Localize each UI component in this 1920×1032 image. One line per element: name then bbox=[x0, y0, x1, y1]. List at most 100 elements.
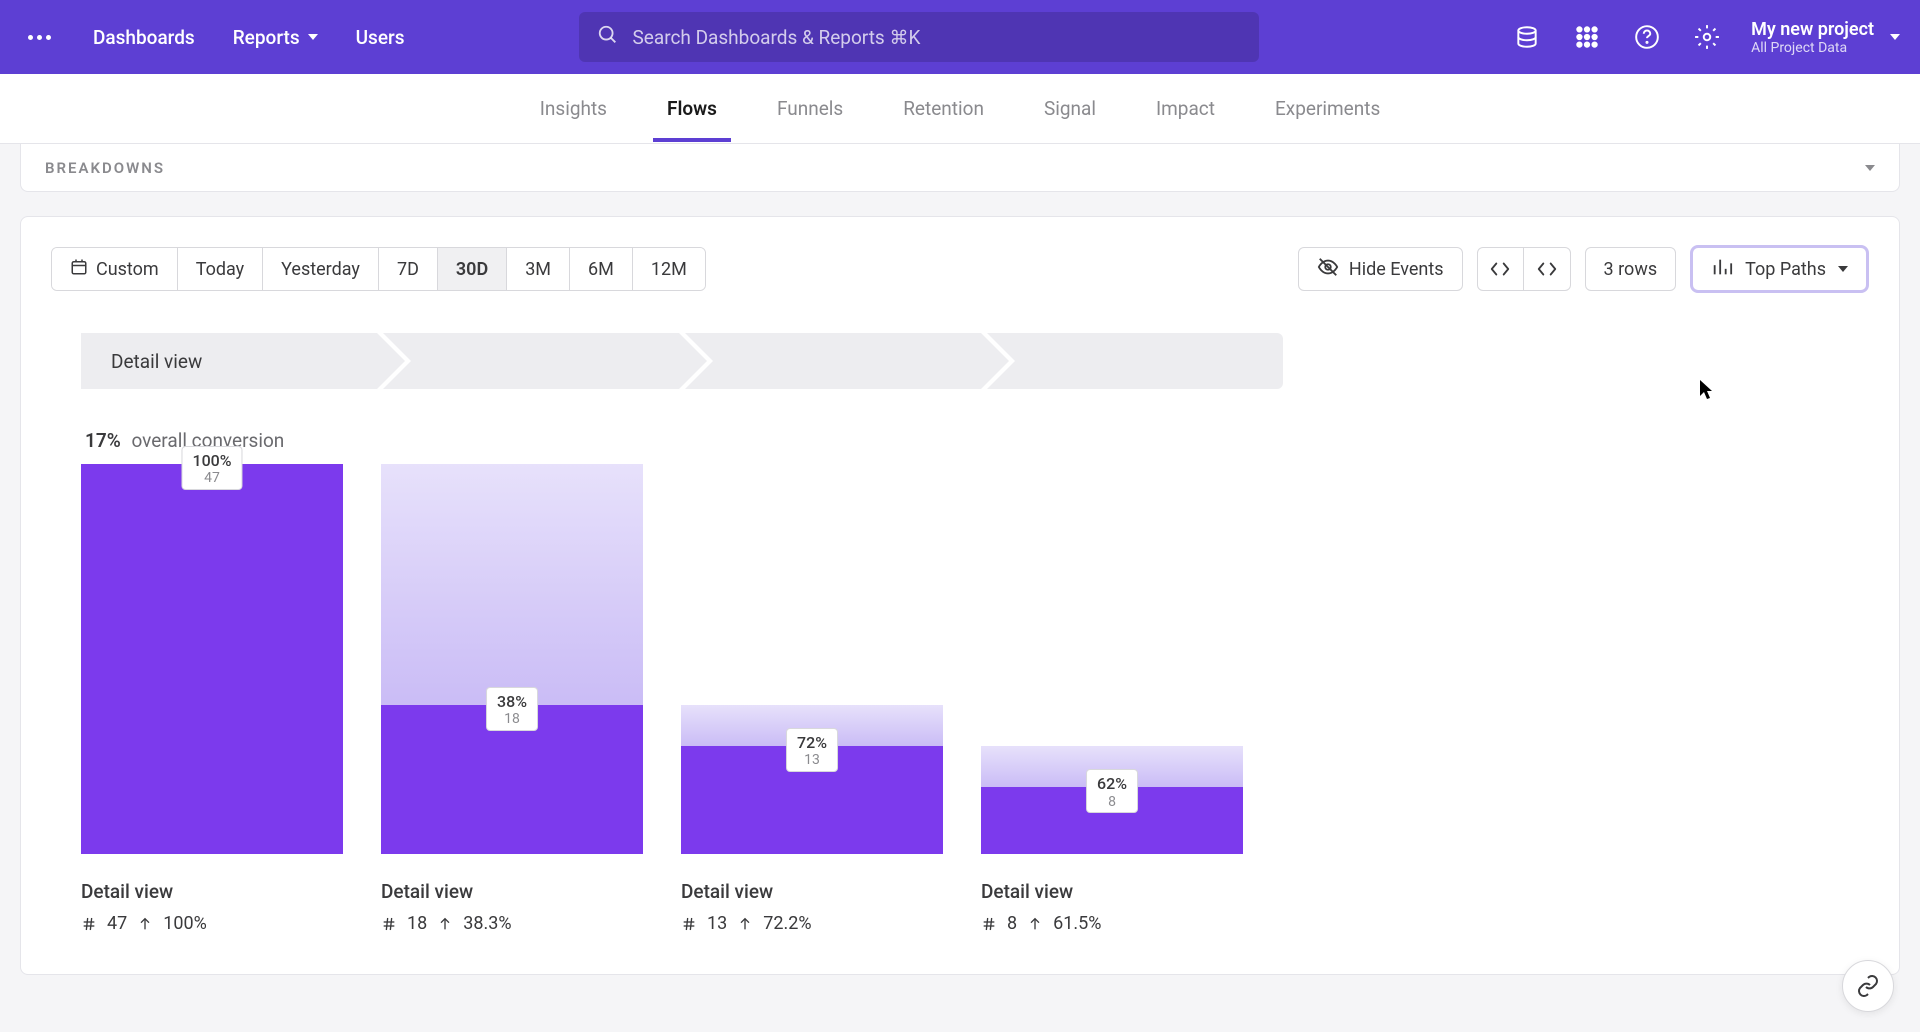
settings-gear-icon[interactable] bbox=[1691, 21, 1723, 53]
copy-link-button[interactable] bbox=[1842, 960, 1894, 1012]
bar-label: Detail view bbox=[681, 880, 943, 903]
top-nav: Dashboards Reports Users My new project … bbox=[0, 0, 1920, 74]
bar-badge-pct: 72% bbox=[797, 733, 827, 752]
search-input[interactable] bbox=[633, 26, 1241, 49]
chevron-down-icon[interactable] bbox=[1865, 165, 1875, 171]
date-today[interactable]: Today bbox=[178, 248, 263, 290]
hash-icon bbox=[981, 916, 997, 932]
bar-badge-pct: 38% bbox=[497, 692, 527, 711]
project-sub: All Project Data bbox=[1751, 40, 1874, 56]
chevron-down-icon bbox=[308, 34, 318, 40]
bar-solid: 38%18 bbox=[381, 705, 643, 854]
hide-events-label: Hide Events bbox=[1349, 259, 1444, 280]
bar-meta: Detail view 47100% bbox=[81, 880, 343, 934]
breakdowns-label: BREAKDOWNS bbox=[45, 159, 165, 177]
chevron-down-icon bbox=[1838, 266, 1848, 272]
bar-rate: 61.5% bbox=[1053, 913, 1101, 934]
top-paths-label: Top Paths bbox=[1745, 259, 1826, 280]
bar-stats: 1838.3% bbox=[381, 913, 643, 934]
funnel-step-2[interactable] bbox=[383, 333, 679, 389]
search-box[interactable] bbox=[579, 12, 1259, 62]
bar-count: 13 bbox=[707, 913, 727, 934]
bar-stats: 8 61.5% bbox=[981, 913, 1243, 934]
bar-fade bbox=[381, 464, 643, 705]
overall-conversion: 17% overall conversion bbox=[85, 429, 1869, 452]
funnel-step-4[interactable] bbox=[987, 333, 1283, 389]
bar-badge-pct: 100% bbox=[192, 451, 231, 470]
bar-meta: Detail view 1838.3% bbox=[381, 880, 643, 934]
menu-dots-icon[interactable] bbox=[20, 27, 59, 48]
bar-meta: Detail view 8 61.5% bbox=[981, 880, 1243, 934]
zoom-segment bbox=[1477, 247, 1571, 291]
date-yesterday[interactable]: Yesterday bbox=[263, 248, 379, 290]
project-name: My new project bbox=[1751, 19, 1874, 40]
date-3m[interactable]: 3M bbox=[507, 248, 570, 290]
calendar-icon bbox=[70, 258, 88, 281]
tab-experiments[interactable]: Experiments bbox=[1273, 75, 1382, 142]
tab-signal[interactable]: Signal bbox=[1042, 75, 1098, 142]
bar-count: 8 bbox=[1007, 913, 1017, 934]
nav-users[interactable]: Users bbox=[352, 18, 409, 57]
search-icon bbox=[597, 24, 619, 50]
help-icon[interactable] bbox=[1631, 21, 1663, 53]
breakdowns-bar[interactable]: BREAKDOWNS bbox=[20, 144, 1900, 192]
bar-chart-icon bbox=[1711, 256, 1733, 283]
arrow-up-icon bbox=[1027, 916, 1043, 932]
date-30d[interactable]: 30D bbox=[438, 248, 507, 290]
bar-badge: 100%47 bbox=[181, 446, 242, 490]
zoom-in-button[interactable] bbox=[1478, 248, 1524, 290]
bar-label: Detail view bbox=[981, 880, 1243, 903]
top-paths-button[interactable]: Top Paths bbox=[1690, 245, 1869, 293]
zoom-out-button[interactable] bbox=[1524, 248, 1570, 290]
lexicon-icon[interactable] bbox=[1511, 21, 1543, 53]
chart-bar-1[interactable]: 38%18 Detail view 1838.3% bbox=[381, 464, 643, 934]
tab-retention[interactable]: Retention bbox=[901, 75, 986, 142]
eye-off-icon bbox=[1317, 256, 1339, 283]
date-7d[interactable]: 7D bbox=[379, 248, 438, 290]
nav-reports[interactable]: Reports bbox=[229, 18, 322, 57]
bar-stats: 13 72.2% bbox=[681, 913, 943, 934]
bar-badge-count: 18 bbox=[497, 711, 527, 728]
bar-badge-pct: 62% bbox=[1097, 774, 1127, 793]
nav-reports-label: Reports bbox=[233, 26, 300, 49]
bar-badge-count: 47 bbox=[192, 470, 231, 487]
rows-button[interactable]: 3 rows bbox=[1585, 247, 1677, 291]
arrow-up-icon bbox=[737, 916, 753, 932]
arrow-up-icon bbox=[137, 916, 153, 932]
bar-rate: 72.2% bbox=[763, 913, 811, 934]
hash-icon bbox=[381, 916, 397, 932]
bar-badge-count: 8 bbox=[1097, 794, 1127, 811]
project-selector[interactable]: My new project All Project Data bbox=[1751, 19, 1900, 56]
bar-badge: 62%8 bbox=[1086, 769, 1138, 813]
apps-grid-icon[interactable] bbox=[1571, 21, 1603, 53]
tab-insights[interactable]: Insights bbox=[538, 75, 609, 142]
bar-label: Detail view bbox=[81, 880, 343, 903]
date-custom[interactable]: Custom bbox=[52, 248, 178, 290]
tab-flows[interactable]: Flows bbox=[665, 75, 719, 142]
bar-stats: 47100% bbox=[81, 913, 343, 934]
funnel-step-3[interactable] bbox=[685, 333, 981, 389]
tab-impact[interactable]: Impact bbox=[1154, 75, 1217, 142]
tab-funnels[interactable]: Funnels bbox=[775, 75, 845, 142]
funnel-breadcrumb: Detail view bbox=[81, 333, 1869, 389]
date-12m[interactable]: 12M bbox=[633, 248, 705, 290]
hash-icon bbox=[681, 916, 697, 932]
toolbar: Custom Today Yesterday 7D 30D 3M 6M 12M … bbox=[51, 245, 1869, 293]
bar-count: 47 bbox=[107, 913, 127, 934]
chart-bar-2[interactable]: 72%13Detail view1372.2% bbox=[681, 464, 943, 934]
nav-dashboards[interactable]: Dashboards bbox=[89, 18, 199, 57]
funnel-step-1[interactable]: Detail view bbox=[81, 333, 377, 389]
sub-tabs: Insights Flows Funnels Retention Signal … bbox=[0, 74, 1920, 144]
hash-icon bbox=[81, 916, 97, 932]
bar-meta: Detail view 13 72.2% bbox=[681, 880, 943, 934]
bar-badge-count: 13 bbox=[797, 752, 827, 769]
chart-bar-3[interactable]: 62%8Detail view861.5% bbox=[981, 464, 1243, 934]
bar-solid: 100%47 bbox=[81, 464, 343, 854]
bar-label: Detail view bbox=[381, 880, 643, 903]
hide-events-button[interactable]: Hide Events bbox=[1298, 247, 1463, 291]
date-6m[interactable]: 6M bbox=[570, 248, 633, 290]
bar-badge: 38%18 bbox=[486, 687, 538, 731]
arrow-up-icon bbox=[437, 916, 453, 932]
bar-solid: 62%8 bbox=[981, 787, 1243, 854]
chart-bar-0[interactable]: 100%47 Detail view 47100% bbox=[81, 464, 343, 934]
